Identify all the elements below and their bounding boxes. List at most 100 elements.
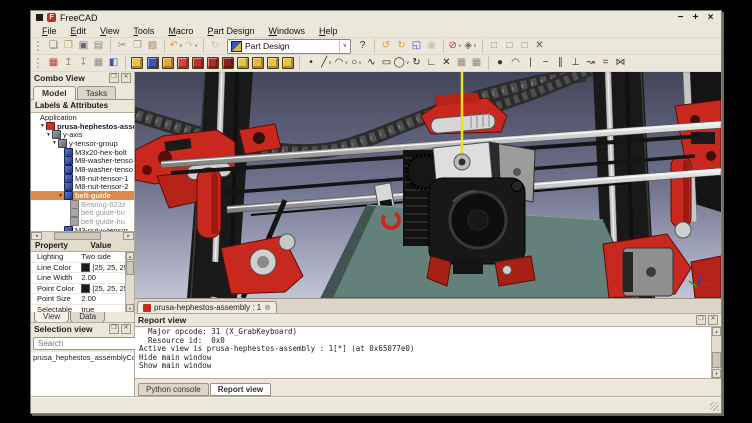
draft[interactable] <box>265 56 280 70</box>
validate-sketch[interactable]: ▦ <box>469 56 484 70</box>
copy[interactable]: ❐ <box>130 39 145 53</box>
Selectable[interactable]: Selectable true <box>31 305 134 313</box>
Lighting[interactable]: Lighting Two side <box>31 252 134 263</box>
minimize-button[interactable]: − <box>675 12 686 23</box>
chamfer[interactable] <box>250 56 265 70</box>
combo-tab[interactable]: Model <box>33 86 76 100</box>
toolbar-handle[interactable] <box>37 58 43 68</box>
pocket[interactable] <box>190 56 205 70</box>
chevron-down-icon[interactable]: ∨ <box>194 43 198 49</box>
axonometric-view[interactable]: ◈∨ <box>463 39 478 53</box>
scrollbar-thumb[interactable] <box>712 352 721 368</box>
menu-item[interactable]: Edit <box>64 26 94 36</box>
box-selection[interactable]: □ <box>502 39 517 53</box>
menu-item[interactable]: Tools <box>126 26 161 36</box>
undo[interactable]: ↶∨ <box>164 39 184 53</box>
constrain-tangent[interactable]: ↝ <box>583 56 598 70</box>
combo-tab[interactable]: Tasks <box>77 86 117 99</box>
window-menu-icon[interactable] <box>36 14 43 21</box>
search-input[interactable] <box>36 338 150 349</box>
expander-icon[interactable]: ▼ <box>57 193 64 199</box>
menu-item[interactable]: File <box>35 26 64 36</box>
cut[interactable]: ✂ <box>110 39 130 53</box>
scroll-left-icon[interactable]: ◂ <box>31 232 42 240</box>
edit-sketch[interactable]: ▦ <box>46 56 61 70</box>
fit-selection[interactable]: ◉ <box>424 39 439 53</box>
scroll-down-icon[interactable]: ▼ <box>712 369 721 378</box>
print[interactable]: ▤ <box>91 39 106 53</box>
3d-viewport[interactable] <box>135 72 721 299</box>
scroll-up-icon[interactable]: ▲ <box>712 327 721 336</box>
tree-item[interactable]: M8-nut-tensor-1 <box>31 174 134 183</box>
create-arc[interactable]: ◠∨ <box>334 56 349 70</box>
tensioner-right[interactable] <box>671 156 691 228</box>
view-sketch[interactable]: ↧ <box>76 56 91 70</box>
create-circle[interactable]: ○∨ <box>349 56 364 70</box>
constrain-parallel[interactable]: ∥ <box>553 56 568 70</box>
close-panel-icon[interactable]: ✕ <box>121 73 131 83</box>
tree-item[interactable]: belt-guide-hu <box>31 217 134 226</box>
menu-item[interactable]: Part Design <box>200 26 261 36</box>
constrain-coincident[interactable]: ● <box>488 56 508 70</box>
expander-icon[interactable]: ▼ <box>51 140 58 146</box>
revolution[interactable] <box>145 56 160 70</box>
constrain-symmetric[interactable]: ⋈ <box>613 56 628 70</box>
menu-item[interactable]: Macro <box>161 26 200 36</box>
open-document[interactable]: ❐ <box>61 39 76 53</box>
tree-item[interactable]: M8-washer-tenso <box>31 165 134 174</box>
constrain-perpendicular[interactable]: ⊥ <box>568 56 583 70</box>
Line Width[interactable]: Line Width 2.00 <box>31 273 134 284</box>
Point Color[interactable]: Point Color [25, 25, 25] <box>31 284 134 295</box>
menu-item[interactable]: View <box>93 26 126 36</box>
tree-item[interactable]: belt-guide-hu <box>31 209 134 218</box>
additive-loft[interactable] <box>175 56 190 70</box>
expander-icon[interactable]: ▼ <box>45 132 52 138</box>
chevron-down-icon[interactable]: ∨ <box>358 60 362 66</box>
float-panel-icon[interactable]: ❐ <box>696 315 706 325</box>
hole[interactable] <box>205 56 220 70</box>
scroll-right-icon[interactable]: ▸ <box>123 232 134 240</box>
tree-item[interactable]: ▼ prusa-hephestos-assembly <box>31 122 134 131</box>
workbench-selector[interactable]: Part Design ∨ <box>227 39 351 54</box>
map-sketch[interactable]: ▦ <box>91 56 106 70</box>
close-tab-icon[interactable]: ⊗ <box>264 304 271 312</box>
fit-all[interactable]: ◱ <box>409 39 424 53</box>
constrain-point-on-object[interactable]: ◠ <box>508 56 523 70</box>
output-tab[interactable]: Report view <box>210 383 271 396</box>
constrain-equal[interactable]: = <box>598 56 613 70</box>
create-line[interactable]: ╱∨ <box>319 56 334 70</box>
fillet[interactable] <box>235 56 250 70</box>
titlebar[interactable]: F FreeCAD − + × <box>31 11 721 24</box>
trim-edge[interactable]: ✕ <box>439 56 454 70</box>
tree-item[interactable]: ▼ y-axis <box>31 130 134 139</box>
selection-item[interactable]: prusa_hephestos_assemblyCompound0 <box>33 353 132 362</box>
save-document[interactable]: ▣ <box>76 39 91 53</box>
thickness[interactable] <box>280 56 295 70</box>
draw-style[interactable]: ⊘∨ <box>443 39 463 53</box>
scrollbar-thumb[interactable] <box>54 232 101 240</box>
create-slot[interactable]: ↻ <box>409 56 424 70</box>
tree-item[interactable]: ▼ y-tensor-group <box>31 139 134 148</box>
carbon-copy[interactable]: ▦ <box>454 56 469 70</box>
rotate-left[interactable]: ↺ <box>374 39 394 53</box>
float-panel-icon[interactable]: ❐ <box>109 73 119 83</box>
scrollbar-thumb[interactable] <box>126 261 134 275</box>
rotate-right[interactable]: ↻ <box>394 39 409 53</box>
chevron-down-icon[interactable]: ∨ <box>179 43 183 49</box>
create-point[interactable]: • <box>299 56 319 70</box>
box-element-selection[interactable]: □ <box>482 39 502 53</box>
clear-selection[interactable]: ✕ <box>532 39 547 53</box>
report-log[interactable]: Major opcode: 31 (X_GrabKeyboard) Resour… <box>135 326 721 378</box>
box-center-selection[interactable]: □ <box>517 39 532 53</box>
external-geometry[interactable]: ∟ <box>424 56 439 70</box>
close-panel-icon[interactable]: ✕ <box>708 315 718 325</box>
additive-pipe[interactable] <box>160 56 175 70</box>
expander-icon[interactable]: ▼ <box>39 123 46 129</box>
property-vertical-scrollbar[interactable]: ▲ ▼ <box>125 252 134 312</box>
chevron-down-icon[interactable]: ∨ <box>345 60 349 66</box>
toolbar-handle[interactable] <box>37 41 43 51</box>
scroll-up-icon[interactable]: ▲ <box>126 252 134 260</box>
chevron-down-icon[interactable]: ∨ <box>328 60 332 66</box>
tree-item[interactable]: M8-nut-tensor-2 <box>31 183 134 192</box>
create-rectangle[interactable]: ▭ <box>379 56 394 70</box>
